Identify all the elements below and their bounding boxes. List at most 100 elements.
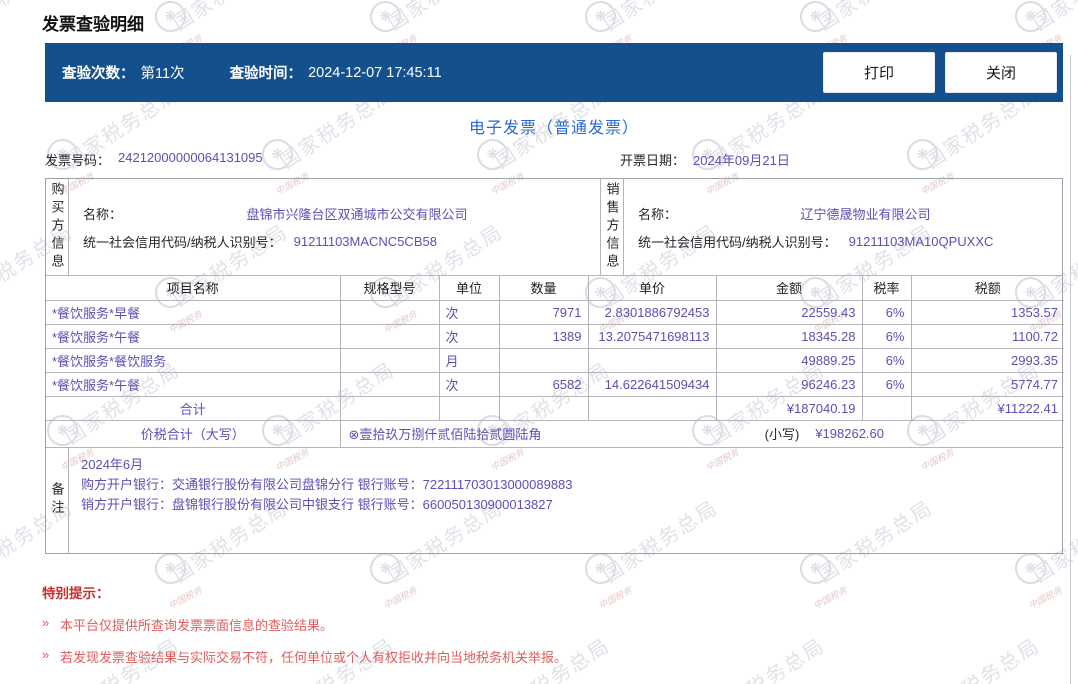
buyer-taxid-label: 统一社会信用代码/纳税人识别号： (83, 234, 282, 250)
item-tax-rate: 6% (861, 371, 912, 397)
notice-item-text: 本平台仅提供所查询发票票面信息的查验结果。 (60, 618, 334, 633)
item-spec (339, 347, 440, 373)
amount-in-words-cell: ⊗壹拾玖万捌仟贰佰陆拾贰圆陆角 (小写) ¥198262.60 (339, 419, 1064, 448)
watermark-text: 国家税务总局 (596, 0, 722, 36)
tax-emblem-icon: ❋ (585, 553, 616, 584)
invoice-type-title: 电子发票（普通发票） (468, 120, 639, 137)
total-empty-cell (438, 395, 500, 421)
item-amount: 96246.23 (715, 371, 863, 397)
item-name: *餐饮服务*餐饮服务 (46, 347, 341, 373)
table-row: *餐饮服务*午餐 次 1389 13.2075471698113 18345.2… (46, 323, 1064, 349)
invoice-number-label: 发票号码： (45, 153, 111, 168)
buyer-side-label-text: 购买方信息 (49, 182, 65, 272)
tax-emblem-icon: ❋ (800, 1, 831, 32)
item-unit-price: 2.8301886792453 (587, 299, 717, 325)
item-spec (339, 323, 440, 349)
special-notice: 特别提示： » 本平台仅提供所查询发票票面信息的查验结果。 » 若发现发票查验结… (42, 582, 1042, 666)
invoice-panel: 购买方信息 名称： 盘锦市兴隆台区双通城市公交有限公司 统一社会信用代码/纳税人… (45, 178, 1064, 554)
buyer-side-label: 购买方信息 (46, 179, 69, 275)
col-header-quantity: 数量 (498, 276, 589, 301)
buyer-name-value: 盘锦市兴隆台区双通城市公交有限公司 (246, 206, 468, 222)
invoice-number-field: 发票号码： 24212000000064131095 (45, 150, 263, 169)
watermark-text: 国家税务总局 (811, 0, 937, 36)
item-unit: 月 (438, 347, 500, 373)
item-unit: 次 (438, 371, 500, 397)
buyer-name-label: 名称： (83, 206, 123, 222)
seller-section: 销售方信息 名称： 辽宁德晟物业有限公司 统一社会信用代码/纳税人识别号： 91… (601, 179, 1062, 275)
seller-name-value: 辽宁德晟物业有限公司 (800, 206, 931, 222)
buyer-taxid-value: 91211103MACNC5CB58 (293, 233, 437, 249)
remark-line: 购方开户银行：交通银行股份有限公司盘锦分行 银行账号：7221117030130… (81, 476, 573, 492)
items-header-row: 项目名称 规格型号 单位 数量 单价 金额 税率 税额 (46, 276, 1064, 301)
item-tax-rate: 6% (861, 347, 912, 373)
issue-date-field: 开票日期： 2024年09月21日 (620, 150, 790, 169)
item-quantity: 1389 (498, 323, 589, 349)
watermark-text: 国家税务总局 (1026, 0, 1078, 36)
tax-emblem-icon: ❋ (1015, 1, 1046, 32)
col-header-spec: 规格型号 (339, 276, 440, 301)
issue-date-label: 开票日期： (620, 153, 686, 168)
right-border (1070, 55, 1071, 684)
total-empty-cell (339, 395, 440, 421)
notice-bullet-icon: » (42, 647, 50, 662)
table-row: *餐饮服务*餐饮服务 月 49889.25 6% 2993.35 (46, 347, 1064, 373)
tax-emblem-icon: ❋ (370, 1, 401, 32)
amount-in-words-content: ⊗壹拾玖万捌仟贰佰陆拾贰圆陆角 (小写) ¥198262.60 (341, 424, 1064, 443)
item-spec (339, 371, 440, 397)
remark-body: 2024年6月 购方开户银行：交通银行股份有限公司盘锦分行 银行账号：72211… (69, 448, 1062, 553)
total-empty-cell (861, 395, 912, 421)
total-empty-cell (587, 395, 717, 421)
seller-side-label-text: 销售方信息 (604, 182, 620, 272)
check-time-label: 查验时间： (229, 66, 303, 82)
buyer-body: 名称： 盘锦市兴隆台区双通城市公交有限公司 统一社会信用代码/纳税人识别号： 9… (69, 179, 600, 275)
party-section: 购买方信息 名称： 盘锦市兴隆台区双通城市公交有限公司 统一社会信用代码/纳税人… (46, 179, 1062, 276)
item-unit: 次 (438, 299, 500, 325)
check-count-value: 第11次 (140, 66, 185, 82)
notice-bullet-icon: » (42, 615, 50, 630)
seller-side-label: 销售方信息 (601, 179, 624, 275)
check-count-field: 查验次数： 第11次 (62, 62, 185, 83)
item-tax: 1100.72 (910, 323, 1064, 349)
item-amount: 18345.28 (715, 323, 863, 349)
item-quantity (498, 347, 589, 373)
tax-emblem-icon: ❋ (585, 1, 616, 32)
check-time-field: 查验时间： 2024-12-07 17:45:11 (230, 62, 442, 83)
buyer-taxid-field: 统一社会信用代码/纳税人识别号： 91211103MACNC5CB58 (83, 232, 592, 251)
tax-emblem-icon: ❋ (370, 553, 401, 584)
item-unit-price: 13.2075471698113 (587, 323, 717, 349)
print-button[interactable]: 打印 (823, 52, 935, 93)
buyer-name-field: 名称： 盘锦市兴隆台区双通城市公交有限公司 (83, 204, 592, 223)
seller-name-label: 名称： (638, 206, 678, 222)
close-button[interactable]: 关闭 (945, 52, 1057, 93)
col-header-tax: 税额 (910, 276, 1064, 301)
seller-taxid-label: 统一社会信用代码/纳税人识别号： (638, 234, 837, 250)
invoice-meta-row: 发票号码： 24212000000064131095 开票日期： 2024年09… (45, 150, 1063, 174)
item-tax: 5774.77 (910, 371, 1064, 397)
toolbar-buttons: 打印 关闭 (823, 52, 1057, 93)
amount-in-words-value: ⊗壹拾玖万捌仟贰佰陆拾贰圆陆角 (348, 427, 542, 442)
col-header-item-name: 项目名称 (46, 276, 341, 301)
item-name: *餐饮服务*早餐 (46, 299, 341, 325)
check-count-label: 查验次数： (62, 66, 135, 82)
amount-in-words-row: 价税合计（大写） ⊗壹拾玖万捌仟贰佰陆拾贰圆陆角 (小写) ¥198262.60 (46, 419, 1064, 448)
page-title: 发票查验明细 (42, 15, 144, 34)
col-header-tax-rate: 税率 (861, 276, 912, 301)
seller-name-field: 名称： 辽宁德晟物业有限公司 (638, 204, 1054, 223)
tax-emblem-icon: ❋ (155, 553, 186, 584)
remark-side-label: 备注 (46, 447, 69, 553)
col-header-amount: 金额 (715, 276, 863, 301)
table-row: *餐饮服务*午餐 次 6582 14.622641509434 96246.23… (46, 371, 1064, 397)
item-unit-price: 14.622641509434 (587, 371, 717, 397)
notice-item: » 若发现发票查验结果与实际交易不符，任何单位或个人有权拒收并向当地税务机关举报… (42, 647, 1042, 666)
amount-in-words-label: 价税合计（大写） (46, 419, 341, 448)
item-name: *餐饮服务*午餐 (46, 323, 341, 349)
check-time-value: 2024-12-07 17:45:11 (308, 64, 442, 81)
total-amount: ¥187040.19 (715, 395, 863, 421)
seller-taxid-field: 统一社会信用代码/纳税人识别号： 91211103MA10QPUXXC (638, 232, 1054, 251)
remark-side-label-text: 备注 (49, 482, 65, 518)
item-tax-rate: 6% (861, 323, 912, 349)
tax-emblem-icon: ❋ (800, 553, 831, 584)
tax-emblem-icon: ❋ (155, 1, 186, 32)
remark-section: 备注 2024年6月 购方开户银行：交通银行股份有限公司盘锦分行 银行账号：72… (46, 447, 1062, 553)
tax-emblem-icon: ❋ (1015, 553, 1046, 584)
